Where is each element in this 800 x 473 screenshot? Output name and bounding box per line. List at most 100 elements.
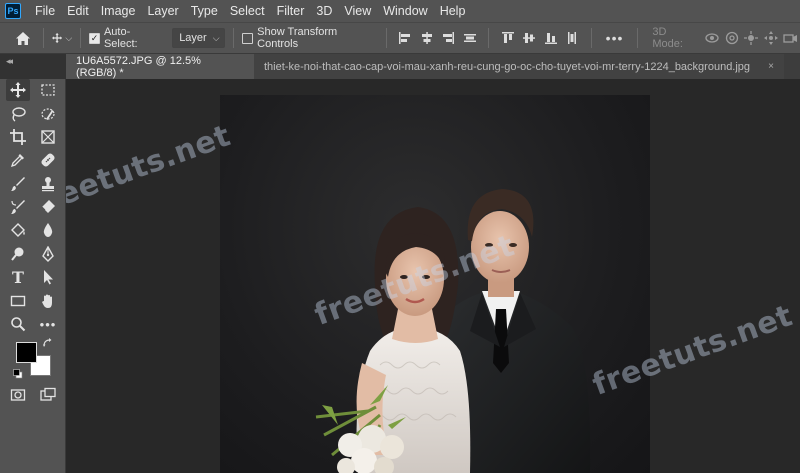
drop-icon xyxy=(43,223,53,237)
bandage-icon xyxy=(41,153,55,167)
menu-layer[interactable]: Layer xyxy=(141,0,184,22)
collapse-icon[interactable]: ◂◂ xyxy=(6,56,13,67)
menu-window[interactable]: Window xyxy=(377,0,433,22)
auto-select-label: Auto-Select: xyxy=(103,26,138,50)
home-button[interactable] xyxy=(10,25,35,51)
move-icon xyxy=(10,82,26,98)
3d-slide-button[interactable] xyxy=(761,28,780,48)
foreground-color-swatch[interactable] xyxy=(16,342,37,363)
align-top-icon xyxy=(501,32,514,43)
camera-icon xyxy=(783,34,798,43)
divider xyxy=(488,28,490,48)
menu-select[interactable]: Select xyxy=(224,0,271,22)
distribute-vertical-icon xyxy=(568,32,577,44)
screen-mode-button[interactable] xyxy=(36,384,60,406)
default-colors-icon[interactable] xyxy=(13,369,23,379)
history-brush-tool[interactable] xyxy=(6,196,30,218)
align-vcenter-icon xyxy=(523,33,536,43)
show-transform-label: Show Transform Controls xyxy=(257,26,338,50)
swap-colors-icon[interactable] xyxy=(42,337,54,349)
3d-orbit-button[interactable] xyxy=(703,28,722,48)
align-hcenter-button[interactable] xyxy=(416,27,437,49)
align-right-icon xyxy=(443,32,455,44)
tab-document-2[interactable]: thiet-ke-noi-that-cao-cap-voi-mau-xanh-r… xyxy=(254,54,784,79)
tool-preset-picker[interactable]: ⌵ xyxy=(52,28,72,48)
zoom-tool[interactable] xyxy=(6,313,30,335)
show-transform-checkbox[interactable] xyxy=(242,32,254,44)
options-bar: ⌵ Auto-Select: Layer ⌵ Show Transform Co… xyxy=(0,22,800,54)
move-icon xyxy=(52,32,63,44)
document-tab-bar: ◂◂ 1U6A5572.JPG @ 12.5% (RGB/8) * thiet-… xyxy=(0,54,800,79)
3d-drag-button[interactable] xyxy=(742,28,761,48)
menu-edit[interactable]: Edit xyxy=(61,0,95,22)
stamp-tool[interactable] xyxy=(36,173,60,195)
distribute-button[interactable] xyxy=(459,27,480,49)
move-tool[interactable] xyxy=(6,79,30,101)
toolbar-header: ◂◂ xyxy=(0,54,66,79)
3d-roll-button[interactable] xyxy=(722,28,741,48)
eraser-tool[interactable] xyxy=(36,196,60,218)
tab-label: thiet-ke-noi-that-cao-cap-voi-mau-xanh-r… xyxy=(264,60,751,73)
stamp-icon xyxy=(42,177,54,192)
marquee-icon xyxy=(41,84,55,96)
eyedropper-tool[interactable] xyxy=(6,149,30,171)
screen-mode-icon xyxy=(40,387,56,401)
divider xyxy=(43,28,45,48)
dodge-tool[interactable] xyxy=(6,243,30,265)
slide-icon xyxy=(763,31,778,45)
pen-tool[interactable] xyxy=(36,243,60,265)
drag-icon xyxy=(744,31,759,45)
chevron-down-icon: ⌵ xyxy=(65,32,73,43)
hand-tool[interactable] xyxy=(36,290,60,312)
tools-panel: T ••• xyxy=(0,79,66,473)
menu-view[interactable]: View xyxy=(338,0,377,22)
lasso-tool[interactable] xyxy=(6,103,30,125)
type-tool[interactable]: T xyxy=(6,266,30,288)
auto-select-target-value: Layer xyxy=(179,32,207,44)
edit-toolbar-button[interactable]: ••• xyxy=(36,313,60,335)
roll-icon xyxy=(725,31,739,45)
blur-tool[interactable] xyxy=(36,219,60,241)
auto-select-checkbox[interactable] xyxy=(89,32,100,44)
quick-mask-button[interactable] xyxy=(6,384,30,406)
magnifier-icon xyxy=(11,317,26,332)
quick-select-tool[interactable] xyxy=(36,103,60,125)
3d-scale-button[interactable] xyxy=(780,28,799,48)
menu-image[interactable]: Image xyxy=(95,0,142,22)
quick-select-icon xyxy=(41,108,55,120)
brush-tool[interactable] xyxy=(6,173,30,195)
healing-tool[interactable] xyxy=(36,149,60,171)
divider xyxy=(590,28,592,48)
marquee-tool[interactable] xyxy=(36,79,60,101)
rectangle-tool[interactable] xyxy=(6,290,30,312)
tab-label: 1U6A5572.JPG @ 12.5% (RGB/8) * xyxy=(76,54,201,79)
distribute-vertical-button[interactable] xyxy=(561,27,582,49)
path-select-tool[interactable] xyxy=(36,266,60,288)
align-hcenter-icon xyxy=(421,32,432,44)
menu-help[interactable]: Help xyxy=(434,0,472,22)
menu-file[interactable]: File xyxy=(29,0,61,22)
menu-type[interactable]: Type xyxy=(185,0,224,22)
home-icon xyxy=(15,31,30,45)
align-left-button[interactable] xyxy=(395,27,416,49)
photoshop-logo[interactable]: Ps xyxy=(5,3,21,19)
3d-mode-label: 3D Mode: xyxy=(652,26,683,50)
frame-tool[interactable] xyxy=(36,126,60,148)
align-vcenter-button[interactable] xyxy=(519,27,540,49)
pen-icon xyxy=(42,246,54,262)
more-options-button[interactable]: ••• xyxy=(606,30,624,46)
align-bottom-button[interactable] xyxy=(540,27,561,49)
menu-3d[interactable]: 3D xyxy=(310,0,338,22)
crop-tool[interactable] xyxy=(6,126,30,148)
align-top-button[interactable] xyxy=(497,27,518,49)
distribute-icon xyxy=(463,34,476,42)
document-workspace[interactable]: freetuts.net freetuts.net freetuts.net xyxy=(66,79,800,473)
hand-icon xyxy=(42,294,52,308)
align-right-button[interactable] xyxy=(437,27,458,49)
paint-bucket-tool[interactable] xyxy=(6,219,30,241)
tab-document-1[interactable]: 1U6A5572.JPG @ 12.5% (RGB/8) * xyxy=(66,54,254,79)
close-icon[interactable]: × xyxy=(768,61,774,72)
menu-filter[interactable]: Filter xyxy=(271,0,311,22)
auto-select-target-dropdown[interactable]: Layer ⌵ xyxy=(172,28,226,48)
more-icon: ••• xyxy=(39,316,57,332)
